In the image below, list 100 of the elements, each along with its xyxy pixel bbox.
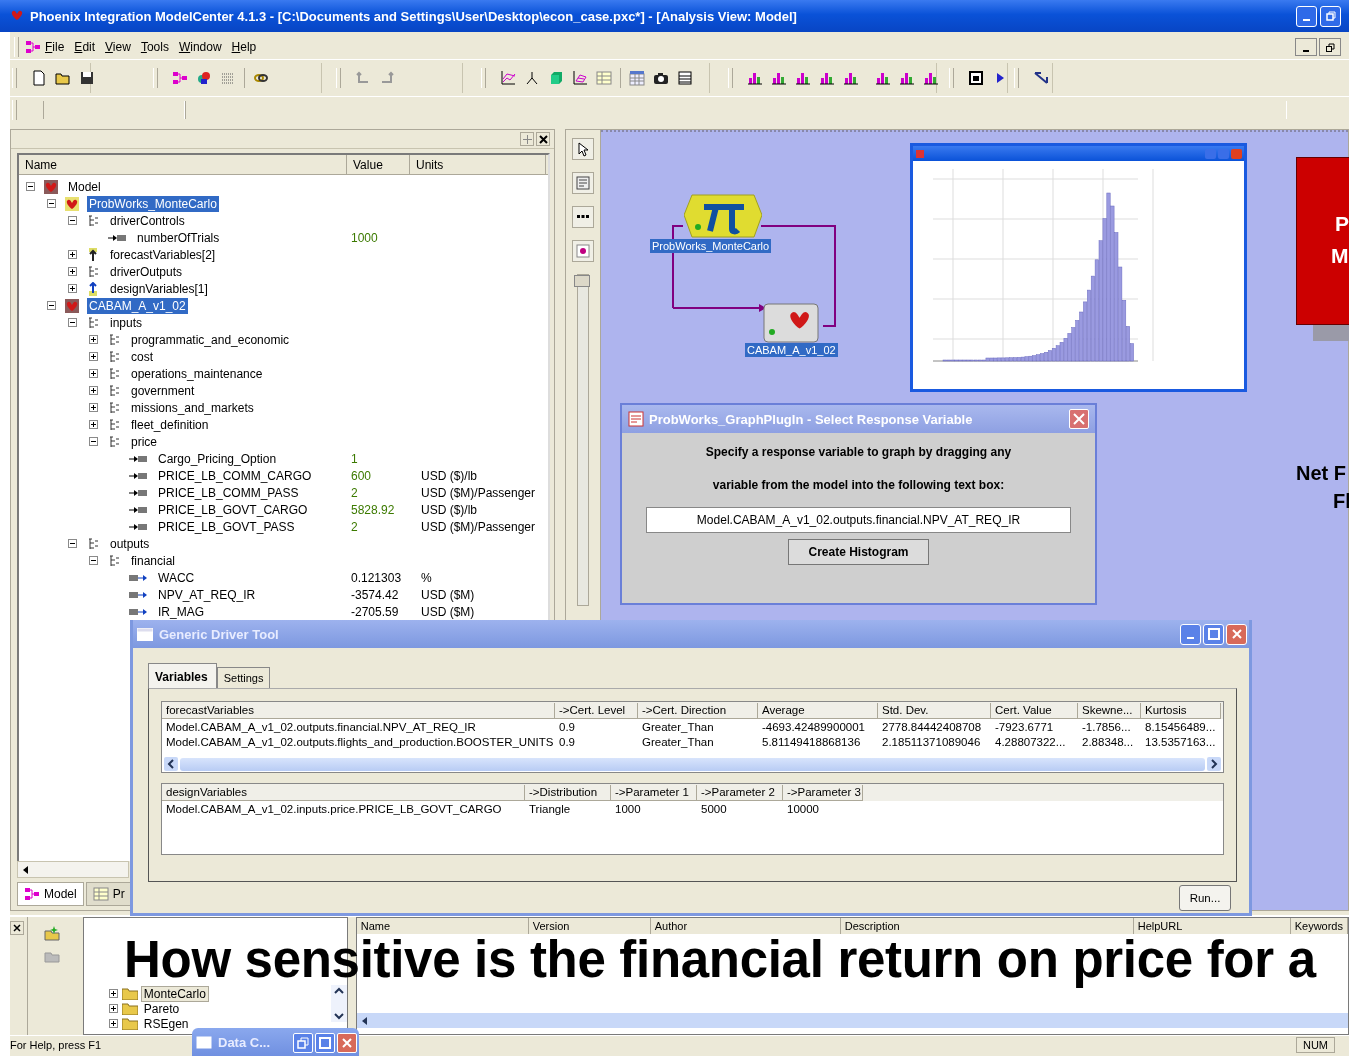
tree-item[interactable]: CABAM_A_v1_02 [87,297,188,314]
tree-toggle[interactable] [47,199,56,208]
tree-toggle[interactable] [89,352,98,361]
bar-chart-icon[interactable] [771,70,787,86]
tree-item[interactable]: driverOutputs [108,263,185,280]
tree-item[interactable]: price [129,433,159,450]
new-file-icon[interactable] [31,70,47,86]
tree-item[interactable]: PRICE_LB_GOVT_PASS [156,518,297,535]
column-header[interactable]: ->Cert. Level [555,702,638,719]
column-header[interactable]: Cert. Value [991,702,1078,719]
tree-item[interactable]: cost [129,348,155,365]
diagram-icon[interactable] [172,70,188,86]
tree-item[interactable]: outputs [108,535,152,552]
tree-item[interactable]: forecastVariables[2] [108,246,218,263]
column-header[interactable]: Value [347,155,410,174]
menu-item[interactable]: File [45,40,65,54]
save-icon[interactable] [79,70,95,86]
camera-icon[interactable] [653,70,669,86]
column-header[interactable]: HelpURL [1133,918,1291,934]
bar-chart-icon[interactable] [875,70,891,86]
tree-item[interactable]: fleet_definition [129,416,211,433]
tree-toggle[interactable] [26,182,35,191]
column-header[interactable]: ->Parameter 3 [783,784,863,801]
tree-item[interactable]: government [129,382,197,399]
column-header[interactable]: Skewne... [1078,702,1141,719]
tree-toggle[interactable] [68,284,77,293]
folder-label[interactable]: MonteCarlo [141,986,208,1001]
tree-item[interactable]: NPV_AT_REQ_IR [156,586,258,603]
column-header[interactable]: Kurtosis [1141,702,1221,719]
tree-toggle[interactable] [47,301,56,310]
tree-item[interactable]: ProbWorks_MonteCarlo [87,195,219,212]
column-header[interactable]: Description [840,918,1134,934]
tree-item[interactable]: numberOfTrials [135,229,222,246]
tree-item[interactable]: PRICE_LB_GOVT_CARGO [156,501,310,518]
tree-toggle[interactable] [68,250,77,259]
menu-item[interactable]: Tools [140,40,169,54]
tree-item[interactable]: PRICE_LB_COMM_CARGO [156,467,314,484]
create-histogram-button[interactable]: Create Histogram [788,539,929,565]
tree-item[interactable]: designVariables[1] [108,280,210,297]
close-button[interactable] [10,921,24,935]
restore-button[interactable] [1319,38,1341,56]
tree-toggle[interactable] [68,267,77,276]
bar-chart-icon[interactable] [923,70,939,86]
menu-item[interactable]: Window [178,40,222,54]
menu-item[interactable]: Help [231,40,257,54]
list-icon[interactable] [677,70,693,86]
bar-chart-icon[interactable] [899,70,915,86]
tree-toggle[interactable] [68,539,77,548]
tree-item[interactable]: Model [66,178,103,195]
bar-chart-icon[interactable] [747,70,763,86]
tab[interactable]: Settings [216,667,271,688]
column-header[interactable]: Keywords [1290,918,1348,934]
column-header[interactable]: Std. Dev. [878,702,991,719]
tree-item[interactable]: programmatic_and_economic [129,331,292,348]
column-header[interactable]: ->Cert. Direction [638,702,758,719]
tree-toggle[interactable] [89,437,98,446]
tree-item[interactable]: financial [129,552,178,569]
slider-thumb[interactable] [574,275,590,287]
left-arrow-icon[interactable] [22,865,30,874]
column-header[interactable]: ->Parameter 2 [697,784,783,801]
tree-toggle[interactable] [89,335,98,344]
panel-tab[interactable]: Model [17,882,84,906]
column-header[interactable]: forecastVariables [162,702,555,719]
panel-tab[interactable]: Pr [85,882,132,906]
tree-toggle[interactable] [89,403,98,412]
component-node-icon[interactable] [763,303,820,343]
tab[interactable]: Variables [148,663,217,688]
menu-item[interactable]: Edit [74,40,96,54]
bar-chart-icon[interactable] [843,70,859,86]
tree-toggle[interactable] [89,420,98,429]
bar-chart-icon[interactable] [819,70,835,86]
column-header[interactable]: Average [758,702,878,719]
vertical-scrollbar[interactable] [330,985,347,1022]
menu-item[interactable]: View [105,40,131,54]
tree-item[interactable]: Cargo_Pricing_Option [156,450,279,467]
pi-node-icon[interactable] [683,193,762,239]
pointer-icon[interactable] [524,70,540,86]
node-label[interactable]: CABAM_A_v1_02 [745,343,838,357]
folder-label[interactable]: RSEgen [141,1016,191,1031]
tree-toggle[interactable] [89,556,98,565]
column-header[interactable]: designVariables [162,784,525,801]
column-header[interactable]: Author [650,918,841,934]
column-header[interactable]: Units [410,155,546,174]
response-field[interactable]: Model.CABAM_A_v1_02.outputs.financial.NPV_AT_REQ_IR [646,507,1071,533]
tree-toggle[interactable] [68,216,77,225]
tree-toggle[interactable] [68,318,77,327]
tree-toggle[interactable] [89,369,98,378]
tree-item[interactable]: driverControls [108,212,187,229]
calendar-icon[interactable] [629,70,645,86]
tree-item[interactable]: WACC [156,569,197,586]
tree-item[interactable]: PRICE_LB_COMM_PASS [156,484,301,501]
column-header[interactable]: Version [528,918,651,934]
column-header[interactable]: ->Distribution [525,784,611,801]
dots-icon[interactable] [572,206,594,228]
tree-item[interactable]: operations_maintenance [129,365,265,382]
tree-toggle[interactable] [108,989,118,998]
surface-plot-icon[interactable] [572,70,588,86]
column-header[interactable]: Name [19,155,347,174]
close-button[interactable] [536,132,550,146]
shapes-icon[interactable] [196,70,212,86]
